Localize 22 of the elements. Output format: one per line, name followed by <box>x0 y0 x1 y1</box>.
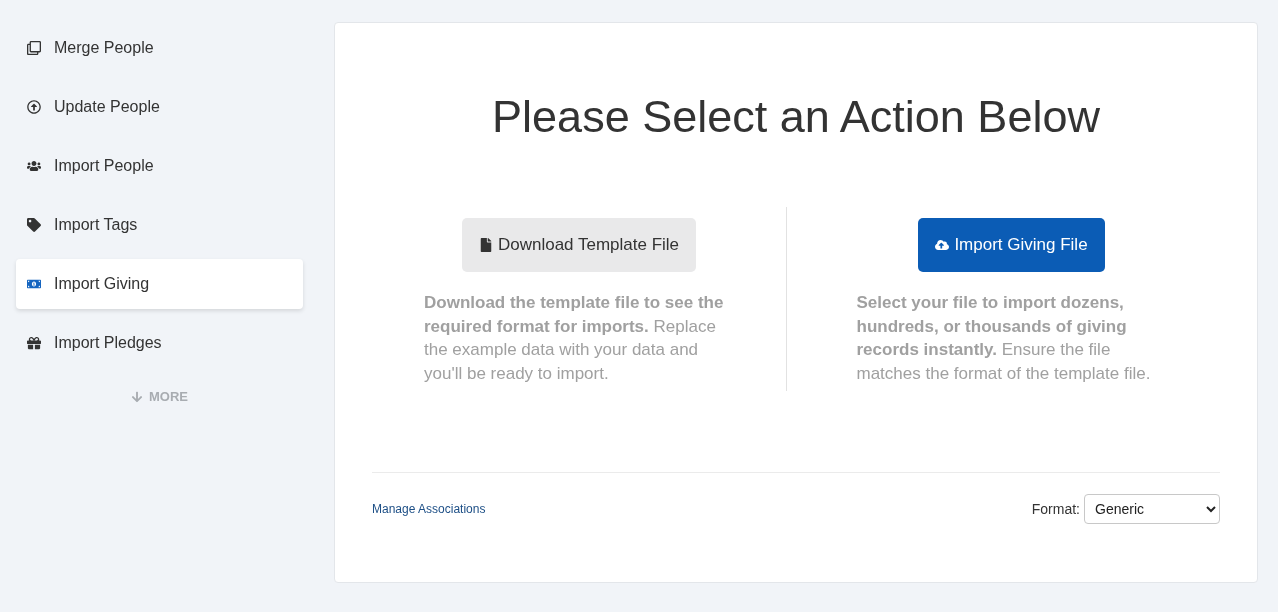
import-button[interactable]: Import Giving File <box>918 218 1105 272</box>
sidebar-item[interactable]: Merge People <box>16 23 303 73</box>
action-description: Download the template file to see the required format for imports. Replace the example data with your data and you'll be ready to import. <box>424 292 725 385</box>
format-label: Format: <box>1031 501 1080 517</box>
gift-icon <box>27 336 41 350</box>
tag-icon <box>27 218 41 232</box>
manage-associations-link[interactable]: Manage Associations <box>372 502 486 516</box>
format-select[interactable]: Generic <box>1084 494 1220 524</box>
banknote-icon <box>27 277 41 291</box>
page-title: Please Select an Action Below <box>491 90 1101 144</box>
cloud-upload-icon <box>935 238 950 252</box>
sidebar-item[interactable]: Import People <box>16 141 303 191</box>
documents-icon <box>27 41 41 55</box>
down-arrow-icon <box>131 390 143 403</box>
action-description: Select your file to import dozens, hundreds, or thousands of giving records instantly. Ensure the file matches the format of the template file. <box>856 292 1152 385</box>
download-button[interactable]: Download Template File <box>461 218 697 272</box>
sidebar-item[interactable]: Import Tags <box>16 200 303 250</box>
people-icon <box>27 159 41 173</box>
sidebar-item[interactable]: Import Giving <box>16 259 303 309</box>
sidebar-item[interactable]: Import Pledges <box>16 318 303 368</box>
sidebar-item[interactable]: Update People <box>16 82 303 132</box>
file-icon <box>478 238 493 252</box>
